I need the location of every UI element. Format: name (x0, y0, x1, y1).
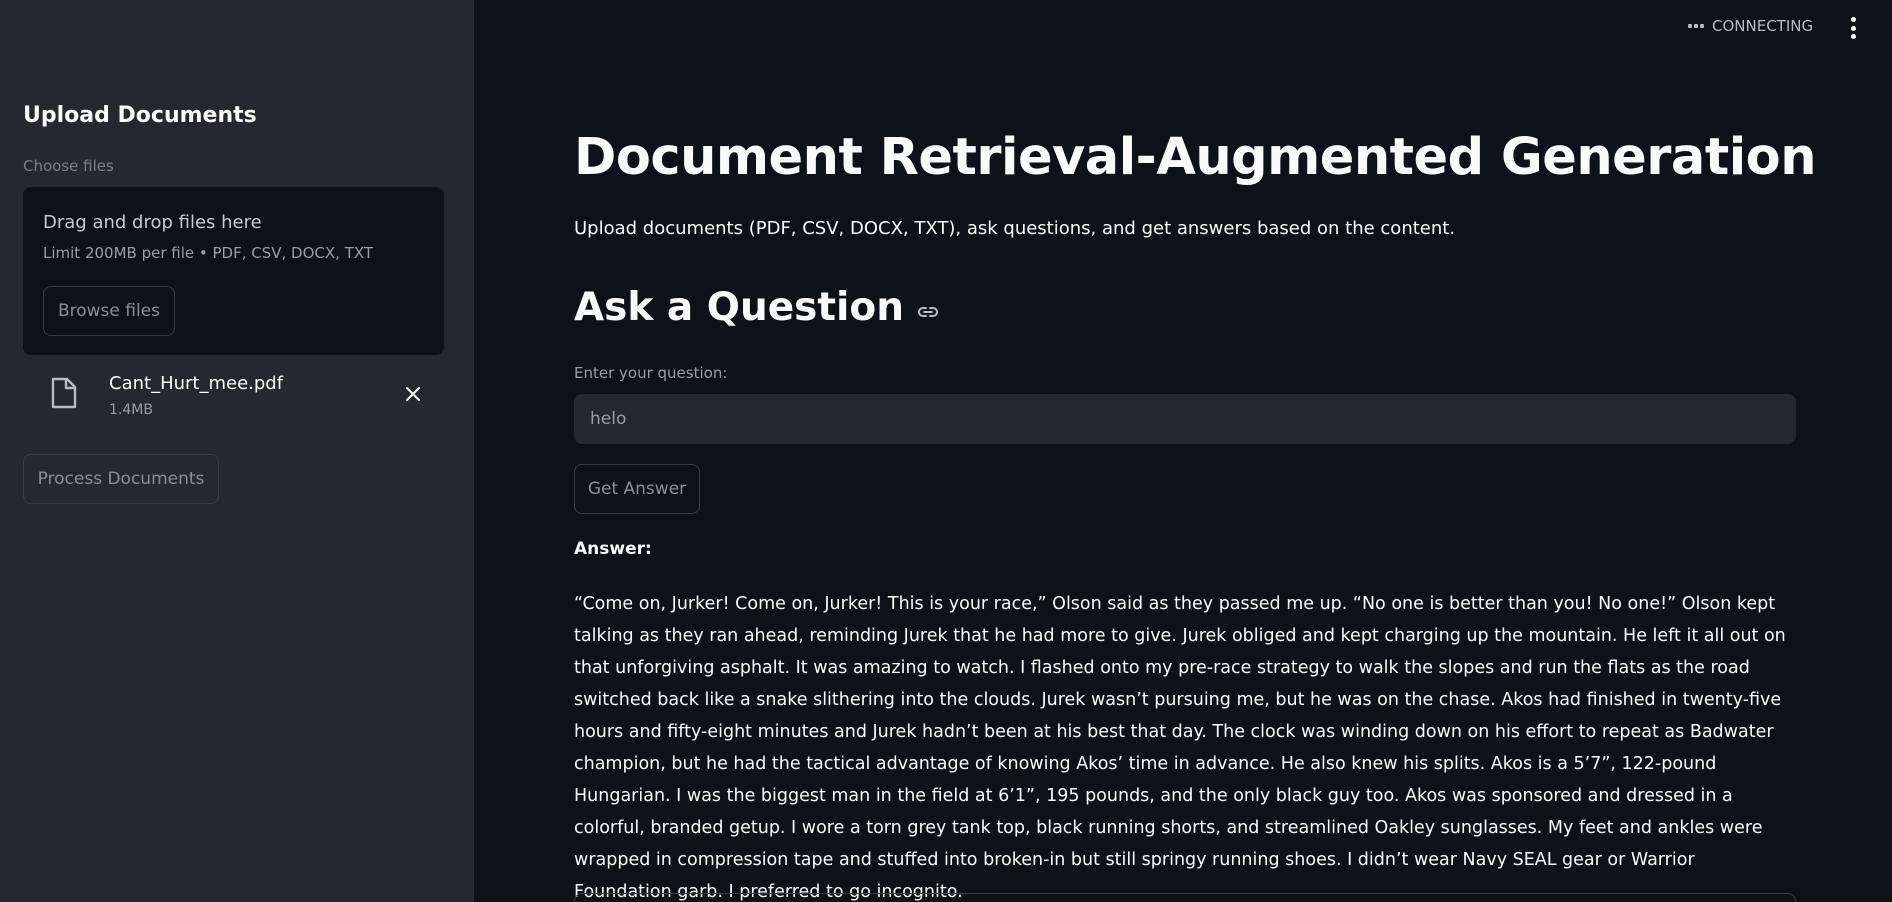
next-section-box (574, 893, 1796, 902)
ask-question-heading: Ask a Question (574, 285, 940, 330)
link-icon[interactable] (916, 300, 940, 324)
uploader-label: Choose files (23, 157, 114, 175)
status-dots-icon (1688, 24, 1704, 28)
answer-text: “Come on, Jurker! Come on, Jurker! This … (574, 594, 1786, 902)
file-icon (51, 377, 77, 409)
page-title: Document Retrieval-Augmented Generation (574, 128, 1817, 187)
question-label: Enter your question: (574, 364, 728, 382)
file-size: 1.4MB (109, 402, 153, 418)
question-input[interactable] (574, 394, 1796, 444)
file-name: Cant_Hurt_mee.pdf (109, 373, 284, 394)
dropzone-subtitle: Limit 200MB per file • PDF, CSV, DOCX, T… (43, 244, 374, 262)
browse-files-button[interactable]: Browse files (43, 286, 175, 336)
close-icon (406, 387, 420, 401)
main-menu-icon[interactable] (1848, 17, 1858, 39)
page-description: Upload documents (PDF, CSV, DOCX, TXT), … (574, 218, 1456, 239)
connection-status: CONNECTING (1688, 17, 1813, 35)
answer-label: Answer: (574, 539, 652, 559)
get-answer-button[interactable]: Get Answer (574, 464, 700, 514)
uploaded-file-item: Cant_Hurt_mee.pdf 1.4MB (23, 365, 444, 425)
connection-status-text: CONNECTING (1712, 17, 1814, 35)
app-root: Upload Documents Choose files Drag and d… (0, 0, 1892, 902)
remove-file-button[interactable] (401, 382, 425, 406)
sidebar: Upload Documents Choose files Drag and d… (0, 0, 474, 902)
dropzone-title: Drag and drop files here (43, 212, 262, 233)
main-content: CONNECTING Document Retrieval-Augmented … (474, 0, 1892, 902)
process-documents-button[interactable]: Process Documents (23, 454, 219, 504)
section-title-text: Ask a Question (574, 285, 904, 330)
sidebar-title: Upload Documents (23, 103, 257, 128)
file-dropzone[interactable]: Drag and drop files here Limit 200MB per… (23, 187, 444, 355)
